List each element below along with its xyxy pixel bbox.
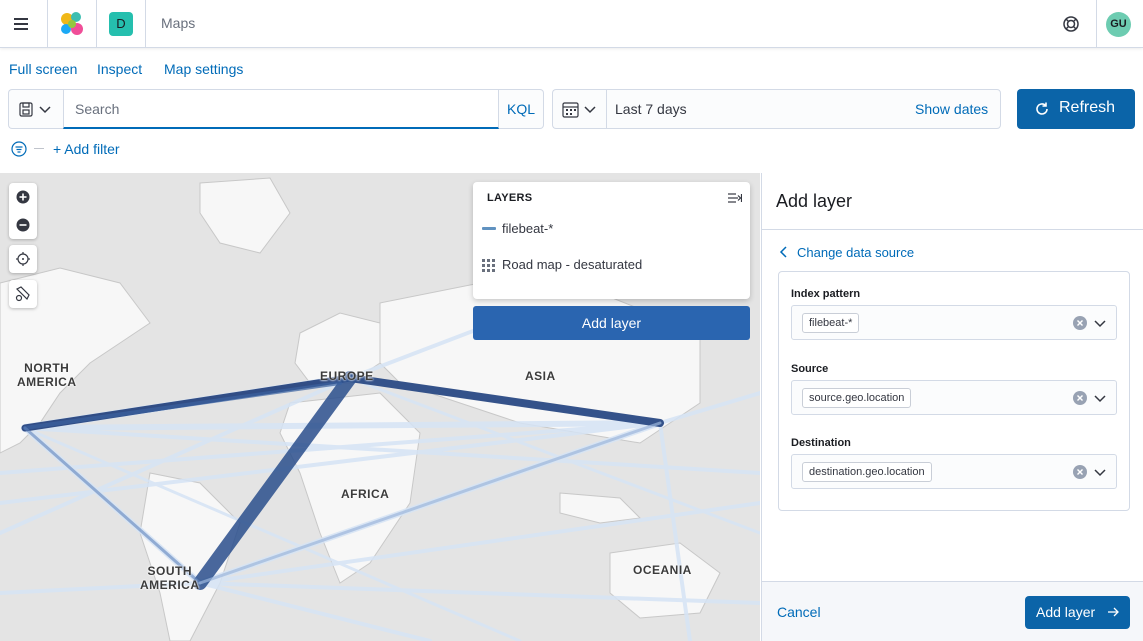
flyout-divider xyxy=(762,229,1143,230)
breadcrumb-app-title: Maps xyxy=(161,15,196,31)
destination-field-select[interactable]: destination.geo.location xyxy=(791,454,1117,489)
layer-item-road-map[interactable]: Road map - desaturated xyxy=(481,253,743,277)
saved-query-icon xyxy=(19,102,51,117)
source-field-select[interactable]: source.geo.location xyxy=(791,380,1117,415)
user-avatar[interactable]: GU xyxy=(1106,12,1131,37)
header-separator xyxy=(47,0,48,48)
header-separator xyxy=(1096,0,1097,48)
zoom-in-button[interactable] xyxy=(9,183,37,211)
zoom-out-button[interactable] xyxy=(9,211,37,239)
zoom-in-icon xyxy=(16,190,30,204)
show-dates-link[interactable]: Show dates xyxy=(915,101,988,117)
refresh-icon xyxy=(1036,102,1048,115)
continent-label-asia: ASIA xyxy=(525,369,556,383)
arrow-right-icon xyxy=(1108,607,1119,617)
selected-value-pill: destination.geo.location xyxy=(802,462,932,482)
change-data-source-label: Change data source xyxy=(797,245,915,260)
calendar-icon xyxy=(562,102,596,118)
search-input[interactable] xyxy=(63,89,499,129)
draw-tools-button[interactable] xyxy=(9,280,37,308)
source-settings-panel: Index pattern filebeat-* Source source.g… xyxy=(778,271,1130,511)
top-header: D Maps GU xyxy=(0,0,1143,48)
add-layer-flyout: Add layer Change data source Index patte… xyxy=(761,173,1143,641)
space-avatar[interactable]: D xyxy=(109,12,133,36)
continent-label-africa: AFRICA xyxy=(341,487,390,501)
source-label: Source xyxy=(791,363,829,375)
selected-value-pill: filebeat-* xyxy=(802,313,860,333)
index-pattern-select[interactable]: filebeat-* xyxy=(791,305,1117,340)
filter-divider xyxy=(34,148,44,149)
refresh-button[interactable]: Refresh xyxy=(1017,89,1135,129)
continent-label-europe: EUROPE xyxy=(320,369,374,383)
header-separator xyxy=(96,0,97,48)
clear-selection-icon[interactable] xyxy=(1073,316,1087,330)
flyout-footer: Cancel Add layer xyxy=(762,581,1143,641)
change-data-source-link[interactable]: Change data source xyxy=(779,245,914,260)
continent-label-south-america: SOUTH AMERICA xyxy=(140,564,200,592)
crosshair-icon xyxy=(16,252,30,266)
clear-selection-icon[interactable] xyxy=(1073,391,1087,405)
add-filter-button[interactable]: + Add filter xyxy=(53,141,120,157)
layer-name: Road map - desaturated xyxy=(502,257,643,272)
chevron-left-icon xyxy=(779,246,787,258)
elastic-logo-icon[interactable] xyxy=(58,10,86,38)
flyout-title: Add layer xyxy=(776,191,853,211)
chevron-down-icon[interactable] xyxy=(1092,390,1108,406)
continent-label-oceania: OCEANIA xyxy=(633,563,692,577)
date-quick-menu-button[interactable] xyxy=(552,89,607,129)
selected-value-pill: source.geo.location xyxy=(802,388,912,408)
saved-query-button[interactable] xyxy=(8,89,63,129)
zoom-controls xyxy=(9,183,37,239)
layer-name: filebeat-* xyxy=(502,221,554,236)
set-view-button[interactable] xyxy=(9,245,37,273)
refresh-label: Refresh xyxy=(1059,99,1116,116)
add-layer-button[interactable]: Add layer xyxy=(1025,596,1130,629)
help-lifebuoy-icon[interactable] xyxy=(1061,14,1081,34)
kql-language-toggle[interactable]: KQL xyxy=(499,89,544,129)
inspect-link[interactable]: Inspect xyxy=(97,61,142,77)
zoom-out-icon xyxy=(16,218,30,232)
layers-heading: LAYERS xyxy=(487,192,533,204)
add-layer-map-button[interactable]: Add layer xyxy=(473,306,750,340)
chevron-down-icon[interactable] xyxy=(1092,464,1108,480)
destination-label: Destination xyxy=(791,437,851,449)
draw-tools-control xyxy=(9,280,37,308)
clear-selection-icon[interactable] xyxy=(1073,465,1087,479)
continent-label-north-america: NORTH AMERICA xyxy=(17,361,77,389)
set-view-control xyxy=(9,245,37,273)
header-separator xyxy=(145,0,146,48)
map-settings-link[interactable]: Map settings xyxy=(164,61,243,77)
index-pattern-label: Index pattern xyxy=(791,288,861,300)
layer-item-filebeat[interactable]: filebeat-* xyxy=(481,217,743,241)
chevron-down-icon[interactable] xyxy=(1092,315,1108,331)
add-layer-label: Add layer xyxy=(1036,604,1096,620)
tile-grid-icon xyxy=(482,259,495,272)
date-range-text[interactable]: Last 7 days xyxy=(615,101,687,117)
hamburger-menu-button[interactable] xyxy=(10,14,32,34)
cancel-button[interactable]: Cancel xyxy=(777,604,821,620)
line-layer-icon xyxy=(482,227,496,230)
collapse-panel-icon[interactable] xyxy=(728,192,742,204)
layer-control-panel: LAYERS filebeat-* Road map - desaturated xyxy=(473,182,750,299)
draw-tools-icon xyxy=(15,286,30,302)
full-screen-link[interactable]: Full screen xyxy=(9,61,77,77)
filter-options-icon[interactable] xyxy=(11,141,27,157)
